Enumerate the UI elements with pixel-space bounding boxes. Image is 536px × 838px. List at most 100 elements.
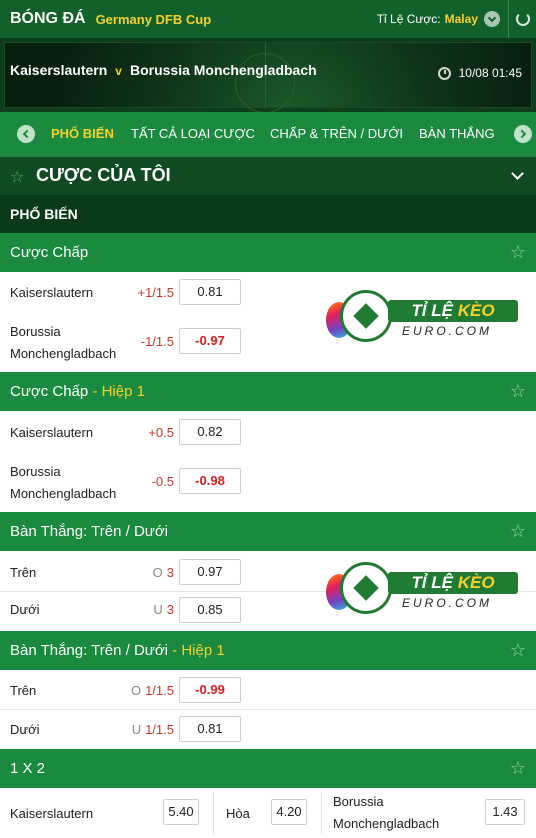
market-title: 1 X 2 (10, 760, 46, 777)
watermark-brand-b: KÈO (457, 573, 495, 592)
watermark-brand: TỈ LỆ KÈO (388, 300, 518, 322)
watermark-brand-a: TỈ LỆ (411, 301, 453, 320)
odds-button[interactable]: 0.97 (179, 559, 241, 585)
cell-divider (213, 792, 214, 834)
odds-button[interactable]: -0.99 (179, 677, 241, 703)
selection-name-line2: Monchengladbach (10, 346, 117, 361)
market-title-text: Cược Chấp (10, 383, 89, 400)
match-banner: Kaiserslautern v Borussia Monchengladbach … (0, 38, 536, 113)
tab-all-markets[interactable]: TẤT CẢ LOẠI CƯỢC (131, 126, 255, 141)
match-teams: Kaiserslautern v Borussia Monchengladbach (10, 62, 317, 78)
odds-button[interactable]: 0.81 (179, 279, 241, 305)
tab-handicap-ou[interactable]: CHẤP & TRÊN / DƯỚI (270, 126, 403, 141)
chevron-right-icon[interactable] (514, 125, 532, 143)
football-icon (340, 562, 392, 614)
market-body-handicap-h1: Kaiserslautern +0.5 0.82 Borussia Monche… (0, 411, 536, 512)
watermark-brand-b: KÈO (457, 301, 495, 320)
line-value: 1/1.5 (145, 722, 174, 737)
selection-name: Borussia (10, 464, 61, 479)
watermark-logo: TỈ LỆ KÈO EURO.COM (326, 560, 526, 620)
away-name: Borussia (333, 794, 384, 809)
chevron-left-icon[interactable] (17, 125, 35, 143)
selection-name-line2: Monchengladbach (10, 486, 117, 501)
watermark-sub: EURO.COM (402, 324, 492, 338)
star-icon[interactable]: ☆ (510, 381, 526, 402)
star-icon[interactable]: ☆ (510, 521, 526, 542)
over-label: O (130, 683, 142, 698)
section-title: PHỔ BIẾN (10, 206, 78, 222)
selection-name: Trên (10, 565, 37, 580)
versus-label: v (115, 64, 122, 78)
my-bets-header[interactable]: ☆ CƯỢC CỦA TÔI (0, 157, 536, 195)
market-body-1x2: Kaiserslautern 5.40 Hòa 4.20 Borussia Mo… (0, 788, 536, 838)
football-icon (340, 290, 392, 342)
star-icon[interactable]: ☆ (510, 758, 526, 779)
home-team: Kaiserslautern (10, 62, 108, 78)
total-line: U 1/1.5 (118, 722, 174, 737)
draw-name: Hòa (226, 806, 250, 821)
odds-button-draw[interactable]: 4.20 (271, 799, 307, 825)
league-name[interactable]: Germany DFB Cup (96, 12, 212, 27)
selection-name: Dưới (10, 722, 40, 737)
total-line: U3 (128, 602, 174, 617)
clock-icon (437, 66, 451, 80)
market-title: Bàn Thắng: Trên / Dưới (10, 523, 169, 540)
watermark-brand: TỈ LỆ KÈO (388, 572, 518, 594)
away-team: Borussia Monchengladbach (129, 62, 317, 78)
handicap-line: -0.5 (151, 474, 174, 489)
market-header-handicap: Cược Chấp ☆ (0, 233, 536, 272)
selection-name: Dưới (10, 602, 40, 617)
my-bets-title: CƯỢC CỦA TÔI (36, 165, 171, 185)
sport-title: BÓNG ĐÁ (10, 10, 86, 27)
tab-goals[interactable]: BÀN THẮNG (419, 126, 495, 141)
cell-divider (321, 792, 322, 834)
home-name: Kaiserslautern (10, 806, 94, 821)
odds-button[interactable]: 0.81 (179, 716, 241, 742)
star-icon: ☆ (10, 169, 25, 186)
selection-name: Kaiserslautern (10, 425, 94, 440)
chevron-down-icon (511, 167, 524, 180)
market-header-ou-h1: Bàn Thắng: Trên / Dưới - Hiệp 1 ☆ (0, 631, 536, 670)
selection-name: Kaiserslautern (10, 285, 94, 300)
market-body-ou-h1: Trên O 1/1.5 -0.99 Dưới U 1/1.5 0.81 (0, 670, 536, 749)
market-period: - Hiệp 1 (88, 383, 145, 400)
market-title: Bàn Thắng: Trên / Dưới - Hiệp 1 (10, 642, 225, 659)
odds-button-home[interactable]: 5.40 (163, 799, 199, 825)
market-header-1x2: 1 X 2 ☆ (0, 749, 536, 788)
chevron-down-icon (484, 11, 500, 27)
under-label: U (153, 602, 163, 617)
over-label: O (152, 565, 163, 580)
kickoff-time: 10/08 01:45 (437, 66, 522, 80)
under-label: U (131, 722, 142, 737)
market-tabs: PHỔ BIẾN TẤT CẢ LOẠI CƯỢC CHẤP & TRÊN / … (0, 112, 536, 157)
odds-button-away[interactable]: 1.43 (485, 799, 525, 825)
line-value: 1/1.5 (145, 683, 174, 698)
handicap-line: -1/1.5 (140, 334, 174, 349)
star-icon[interactable]: ☆ (510, 640, 526, 661)
refresh-icon (515, 12, 530, 26)
market-title: Cược Chấp (10, 244, 89, 261)
section-header: PHỔ BIẾN (0, 195, 536, 233)
kickoff-value: 10/08 01:45 (458, 66, 522, 80)
market-period: - Hiệp 1 (168, 642, 225, 659)
market-title-text: Bàn Thắng: Trên / Dưới (10, 642, 169, 659)
tab-popular[interactable]: PHỔ BIẾN (51, 126, 114, 141)
selection-name: Trên (10, 683, 37, 698)
odds-button[interactable]: 0.82 (179, 419, 241, 445)
odds-format-label: Tỉ Lệ Cược: (376, 12, 441, 26)
odds-button[interactable]: -0.98 (179, 468, 241, 494)
row-divider (0, 709, 536, 710)
odds-format-selector[interactable]: Tỉ Lệ Cược: Malay (377, 0, 500, 38)
watermark-brand-a: TỈ LỆ (411, 573, 453, 592)
refresh-button[interactable] (508, 0, 536, 38)
watermark-logo: TỈ LỆ KÈO EURO.COM (326, 288, 526, 348)
star-icon[interactable]: ☆ (510, 242, 526, 263)
market-header-ou: Bàn Thắng: Trên / Dưới ☆ (0, 512, 536, 551)
odds-format-value: Malay (444, 12, 478, 26)
handicap-line: +1/1.5 (137, 285, 174, 300)
selection-name: Borussia (10, 324, 61, 339)
handicap-line: +0.5 (148, 425, 174, 440)
watermark-sub: EURO.COM (402, 596, 492, 610)
odds-button[interactable]: 0.85 (179, 597, 241, 623)
odds-button[interactable]: -0.97 (179, 328, 241, 354)
